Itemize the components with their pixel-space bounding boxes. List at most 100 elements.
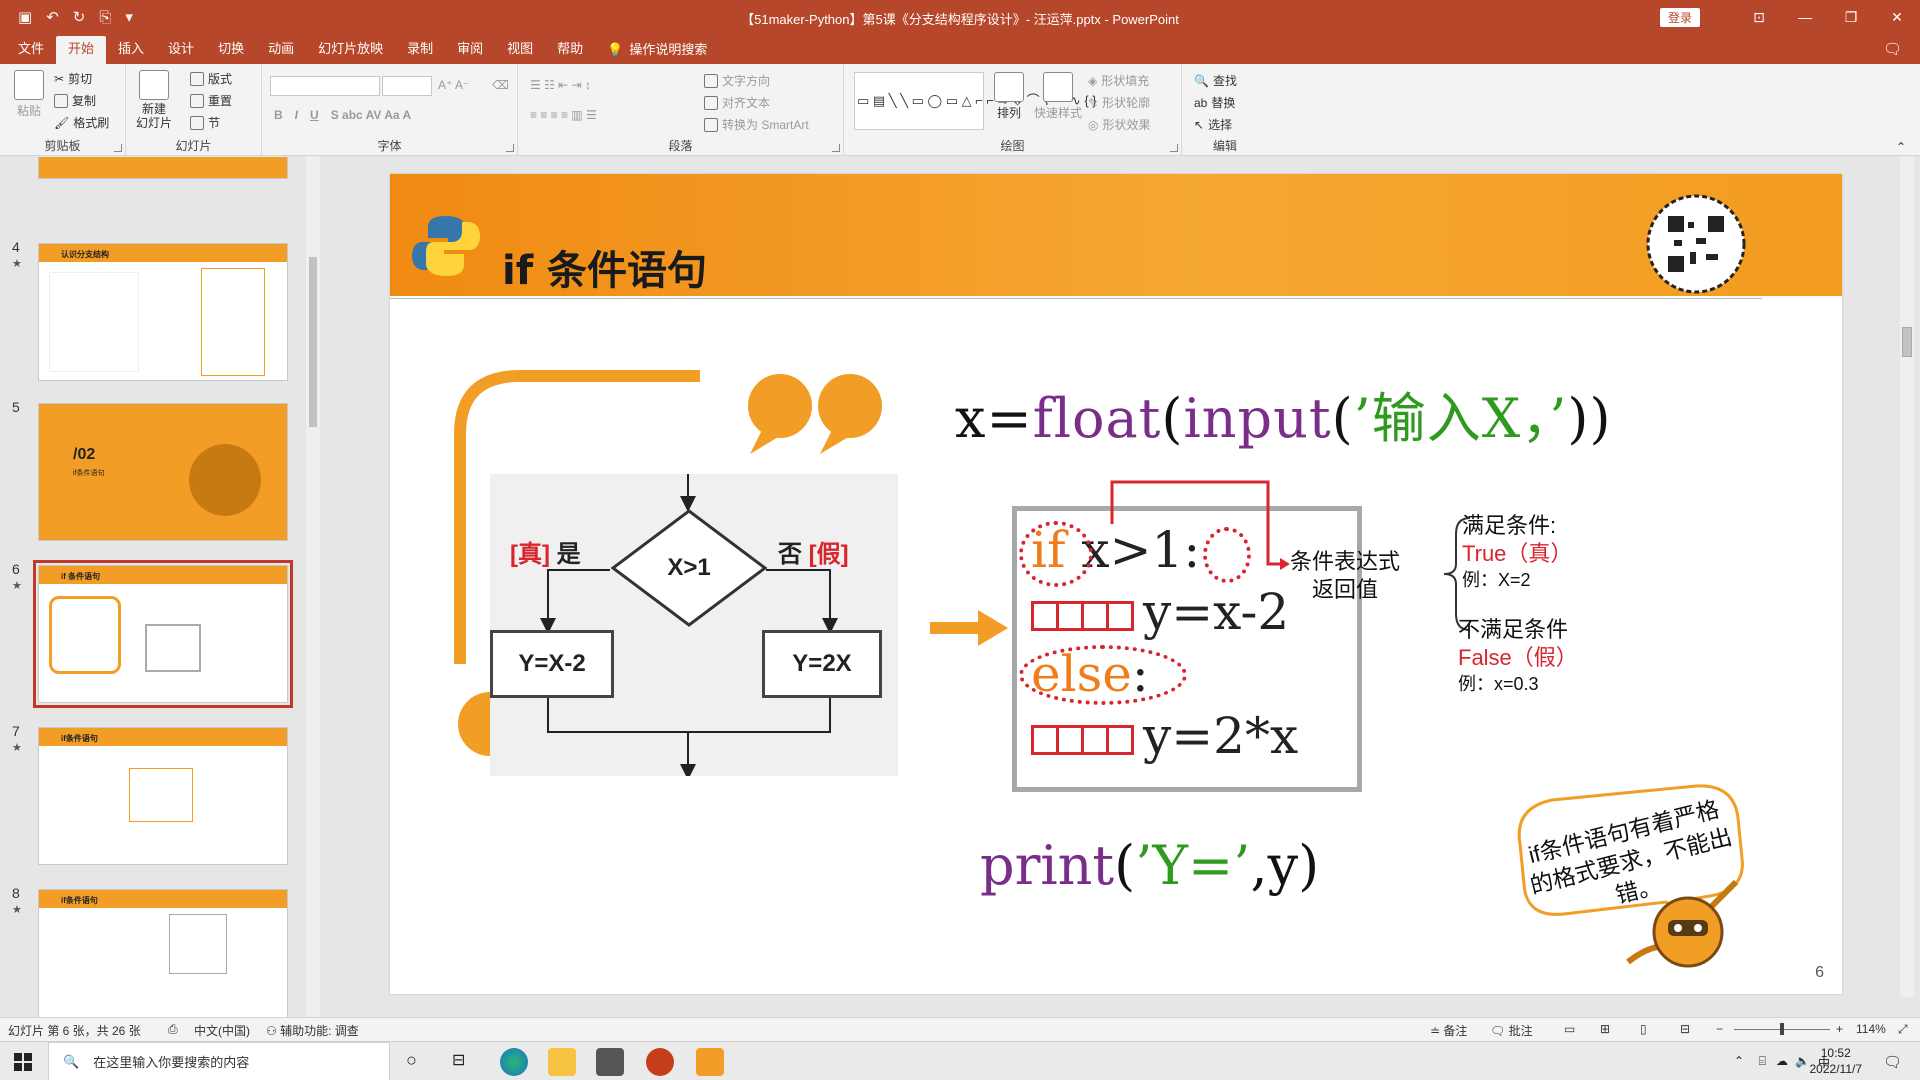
zoom-level[interactable]: 114%: [1856, 1022, 1886, 1036]
volume-icon[interactable]: 🔈: [1795, 1054, 1810, 1068]
scrollbar-thumb[interactable]: [1902, 327, 1912, 357]
slide-thumbnail-4[interactable]: 认识分支结构: [38, 243, 288, 381]
collapse-ribbon-icon[interactable]: ⌃: [1896, 140, 1906, 154]
tab-home[interactable]: 开始: [56, 36, 107, 64]
network-icon[interactable]: ⌸: [1759, 1054, 1766, 1069]
slide-canvas[interactable]: if 条件语句 X>1 [真] 是 否 [假] Y=X-2 Y=2X x=flo…: [390, 174, 1842, 994]
slide-thumbnail-8[interactable]: if条件语句: [38, 889, 288, 1017]
copy-button[interactable]: 复制: [54, 92, 96, 109]
accessibility-status[interactable]: ⚇ 辅助功能: 调查: [266, 1022, 359, 1039]
tell-me-search[interactable]: 💡 操作说明搜索: [595, 36, 719, 64]
comments-button[interactable]: 🗨 批注: [1490, 1022, 1533, 1039]
slide-thumbnail-6[interactable]: if 条件语句: [33, 560, 293, 708]
font-size-combo[interactable]: [382, 76, 432, 96]
font-launcher[interactable]: [506, 144, 514, 152]
slide-sorter-icon[interactable]: ⊞: [1600, 1022, 1610, 1036]
input-code-line: x=float(input(’输入X，’)): [955, 387, 1612, 450]
save-icon[interactable]: ▣: [18, 8, 32, 26]
font-name-combo[interactable]: [270, 76, 380, 96]
new-slide-button[interactable]: 新建 幻灯片: [136, 70, 172, 130]
arrange-button[interactable]: 排列: [994, 72, 1024, 121]
reset-button[interactable]: 重置: [190, 92, 232, 109]
align-text-button[interactable]: 对齐文本: [704, 94, 770, 111]
comment-icon: 🗨: [1490, 1024, 1509, 1038]
font-grow-shrink[interactable]: A⁺ A⁻: [438, 78, 469, 92]
restore-button[interactable]: ❐: [1828, 9, 1874, 26]
text-direction-button[interactable]: 文字方向: [704, 72, 770, 89]
tab-view[interactable]: 视图: [495, 36, 545, 64]
align-buttons[interactable]: ≡ ≡ ≡ ≡ ▥ ☰: [530, 108, 597, 122]
present-icon[interactable]: ⎘: [99, 9, 111, 26]
find-button[interactable]: 🔍 查找: [1194, 72, 1237, 89]
minimize-button[interactable]: —: [1782, 9, 1828, 25]
ribbon-display-icon[interactable]: ⊡: [1736, 9, 1782, 26]
tab-record[interactable]: 录制: [395, 36, 445, 64]
comments-icon[interactable]: 🗨: [1883, 40, 1902, 58]
tab-review[interactable]: 审阅: [445, 36, 495, 64]
zoom-out-button[interactable]: −: [1716, 1022, 1723, 1036]
reading-view-icon[interactable]: ▯: [1640, 1022, 1647, 1036]
tab-slideshow[interactable]: 幻灯片放映: [306, 36, 395, 64]
mail-icon[interactable]: [596, 1048, 624, 1076]
slide-thumbnail-5[interactable]: /02 if条件语句: [38, 403, 288, 541]
clear-format-icon[interactable]: ⌫: [492, 78, 509, 92]
paragraph-launcher[interactable]: [832, 144, 840, 152]
notes-button[interactable]: ≐ 备注: [1430, 1022, 1467, 1039]
format-painter-button[interactable]: 🖌 格式刷: [54, 114, 109, 131]
spellcheck-icon[interactable]: ⎙: [168, 1022, 178, 1037]
font-format-buttons[interactable]: B I U S abc AV Aa A: [274, 108, 411, 122]
windows-start-icon[interactable]: [14, 1053, 32, 1071]
tab-help[interactable]: 帮助: [545, 36, 595, 64]
select-button[interactable]: ↖ 选择: [1194, 116, 1232, 133]
close-button[interactable]: ✕: [1874, 9, 1920, 26]
replace-button[interactable]: ab 替换: [1194, 94, 1235, 111]
true-case-example: 例：X=2: [1462, 570, 1531, 590]
shape-effects-button[interactable]: ◎ 形状效果: [1088, 116, 1151, 133]
slideshow-view-icon[interactable]: ⊟: [1680, 1022, 1690, 1036]
paste-button[interactable]: 粘贴: [14, 70, 44, 119]
powerpoint-icon[interactable]: [646, 1048, 674, 1076]
clipboard-icon: [14, 70, 44, 100]
onedrive-icon[interactable]: ☁: [1776, 1054, 1788, 1068]
login-button[interactable]: 登录: [1659, 7, 1700, 27]
tab-insert[interactable]: 插入: [106, 36, 156, 64]
taskbar-search-box[interactable]: 🔍 在这里输入你要搜索的内容: [48, 1042, 390, 1080]
drawing-launcher[interactable]: [1170, 144, 1178, 152]
section-button[interactable]: 节: [190, 114, 220, 131]
shape-fill-button[interactable]: ◈ 形状填充: [1088, 72, 1149, 89]
quick-styles-button[interactable]: 快速样式: [1034, 72, 1082, 121]
undo-icon[interactable]: ↶: [46, 8, 59, 26]
customize-toolbar-icon[interactable]: ▾: [125, 8, 133, 26]
list-buttons[interactable]: ☰ ☷ ⇤ ⇥ ↕: [530, 78, 591, 92]
shape-outline-button[interactable]: ✎ 形状轮廓: [1088, 94, 1150, 111]
slide-number: 5: [12, 399, 20, 415]
layout-button[interactable]: 版式: [190, 70, 232, 87]
taskbar-clock[interactable]: 10:52 2022/11/7: [1810, 1045, 1863, 1077]
thumbnail-scrollbar[interactable]: [306, 157, 320, 1017]
slide-thumbnail-3[interactable]: [38, 157, 288, 179]
notification-icon[interactable]: 🗨: [1883, 1053, 1902, 1071]
tab-animations[interactable]: 动画: [256, 36, 306, 64]
tab-file[interactable]: 文件: [6, 36, 56, 64]
smartart-button[interactable]: 转换为 SmartArt: [704, 116, 809, 133]
mascot-app-icon[interactable]: [696, 1048, 724, 1076]
zoom-slider-thumb[interactable]: [1780, 1023, 1784, 1035]
task-view-icon[interactable]: ⊟: [452, 1050, 465, 1070]
clipboard-launcher[interactable]: [114, 144, 122, 152]
tray-expand-icon[interactable]: ⌃: [1734, 1054, 1744, 1068]
cortana-icon[interactable]: ○: [406, 1050, 417, 1071]
scrollbar-thumb[interactable]: [309, 257, 317, 427]
tab-design[interactable]: 设计: [156, 36, 206, 64]
fit-slide-icon[interactable]: ⤢: [1898, 1022, 1908, 1037]
redo-icon[interactable]: ↻: [73, 8, 86, 26]
file-explorer-icon[interactable]: [548, 1048, 576, 1076]
normal-view-icon[interactable]: ▭: [1564, 1022, 1575, 1036]
tab-transitions[interactable]: 切换: [206, 36, 256, 64]
cut-button[interactable]: ✂ 剪切: [54, 70, 92, 87]
slide-thumbnail-7[interactable]: if条件语句: [38, 727, 288, 865]
edge-browser-icon[interactable]: [500, 1048, 528, 1076]
zoom-in-button[interactable]: +: [1836, 1022, 1843, 1036]
language-indicator[interactable]: 中文(中国): [194, 1022, 250, 1039]
slide-vertical-scrollbar[interactable]: [1900, 157, 1914, 997]
shapes-gallery[interactable]: ▭ ▤ ╲ ╲ ▭ ◯ ▭ △ ⌐ ⌐ ⇨ ⇩ ⌒ ⌇ ⌒ ∿ { }: [854, 72, 1097, 130]
